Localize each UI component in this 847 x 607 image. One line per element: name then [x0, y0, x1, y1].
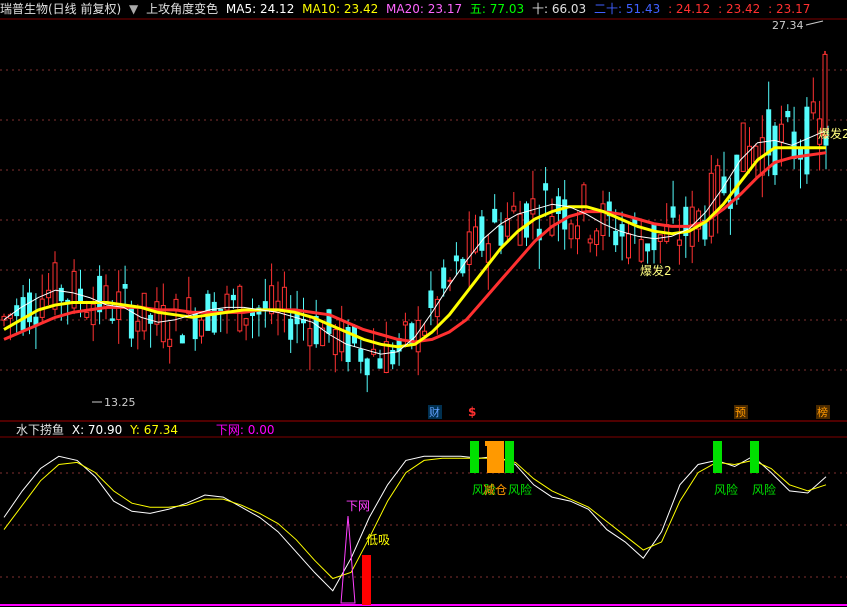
candle-body-123: [785, 111, 791, 118]
candle-body-85: [543, 183, 549, 191]
candle-body-33: [211, 301, 217, 333]
candle-body-36: [230, 294, 236, 301]
candle-body-48: [307, 328, 313, 347]
candle-body-9: [58, 287, 64, 302]
candle-body-80: [511, 205, 517, 212]
candle-body-26: [167, 338, 173, 347]
candle-body-56: [358, 348, 364, 362]
candle-body-88: [562, 199, 568, 230]
candle-body-75: [479, 216, 485, 251]
sub-lines: [3, 455, 827, 592]
candle-body-59: [377, 358, 383, 369]
signal-bar-5: [750, 441, 759, 473]
signal-jiancang: 减仓: [483, 483, 507, 497]
candle-body-22: [141, 292, 147, 332]
signal-xiawang: 下网: [346, 499, 370, 513]
candle-body-77: [492, 208, 498, 223]
candle-body-8: [52, 262, 58, 310]
candle-body-93: [594, 230, 600, 245]
x-line: [3, 455, 827, 592]
signal-risk-3: 风险: [714, 482, 738, 497]
marker-dollar[interactable]: $: [468, 405, 476, 419]
candle-body-106: [676, 239, 682, 246]
candle-body-82: [524, 203, 529, 238]
grid: [0, 18, 847, 606]
candle-body-89: [568, 223, 574, 240]
signal-risk-4: 风险: [752, 482, 776, 497]
candle-body-14: [90, 303, 96, 326]
candle-body-44: [281, 286, 287, 313]
ma-lines: [3, 130, 827, 355]
signal-risk-2: 风险: [508, 482, 532, 497]
jiancang-bridge: [485, 441, 503, 446]
candle-body-17: [109, 318, 115, 321]
candle-body-38: [243, 318, 249, 326]
signal-bar-3: [505, 441, 514, 473]
burst-label-2: 爆发2: [818, 126, 847, 141]
candle-body-115: [734, 154, 740, 200]
candle-body-98: [626, 233, 631, 259]
dixi-bar: [362, 555, 371, 605]
candle-body-20: [128, 308, 134, 339]
burst-label-1: 爆发2: [640, 263, 672, 278]
markers: 财 $ 预 榜: [428, 405, 830, 419]
signal-dixi: 低吸: [366, 533, 390, 547]
candle-body-71: [453, 255, 459, 262]
candle-body-65: [415, 319, 421, 353]
candle-body-121: [772, 125, 778, 176]
candle-body-63: [402, 321, 408, 326]
candle-body-100: [638, 239, 644, 262]
candle-body-78: [498, 225, 504, 246]
signal-bar-0: [470, 441, 479, 473]
candle-body-101: [645, 243, 651, 252]
candle-body-21: [135, 320, 141, 332]
marker-yu[interactable]: 预: [735, 406, 746, 419]
candle-body-94: [600, 203, 606, 237]
high-label-leader: [805, 20, 824, 26]
candle-body-53: [339, 319, 345, 353]
candle-body-3: [20, 297, 26, 331]
candle-body-57: [364, 358, 370, 376]
candle-body-37: [237, 285, 243, 332]
candle-body-83: [530, 198, 536, 215]
candle-body-116: [740, 122, 746, 172]
candle-body-97: [619, 224, 625, 237]
y-line: [3, 457, 827, 580]
candle-body-69: [441, 267, 447, 289]
stock-chart[interactable]: 27.34 13.25 爆发2 爆发2 财 $ 预 榜 下网 低吸 风险 减仓 …: [0, 0, 847, 607]
candle-body-5: [33, 316, 39, 325]
xiawang-spike: [340, 515, 356, 604]
candle-body-52: [332, 329, 338, 356]
marker-bang[interactable]: 榜: [817, 405, 828, 419]
low-price-label: 13.25: [104, 396, 136, 409]
candle-body-102: [651, 224, 657, 251]
candle-body-67: [428, 290, 434, 308]
candle-body-112: [715, 165, 721, 213]
candle-body-13: [84, 311, 90, 318]
candle-body-122: [778, 123, 784, 143]
candle-body-126: [804, 106, 810, 175]
candle-body-90: [575, 225, 580, 240]
candle-body-45: [288, 318, 294, 340]
marker-cai[interactable]: 财: [429, 405, 440, 419]
candle-body-70: [447, 279, 453, 282]
candle-body-15: [97, 275, 103, 313]
candle-body-31: [199, 319, 204, 337]
candle-body-105: [670, 206, 676, 218]
candle-body-19: [122, 284, 128, 289]
candle-body-92: [587, 238, 593, 244]
candle-body-127: [810, 101, 816, 114]
ma20-line: [3, 151, 827, 344]
candle-spike-body: [822, 53, 828, 136]
ma5-line: [3, 130, 827, 355]
candle-body-96: [613, 230, 619, 246]
candle-body-120: [766, 109, 772, 156]
candle-body-113: [721, 176, 727, 194]
candle-body-28: [179, 335, 185, 344]
candle-body-10: [65, 299, 71, 302]
candle-body-76: [485, 243, 491, 263]
signal-bar-4: [713, 441, 722, 473]
high-price-label: 27.34: [772, 19, 804, 32]
ma10-line: [3, 146, 826, 349]
